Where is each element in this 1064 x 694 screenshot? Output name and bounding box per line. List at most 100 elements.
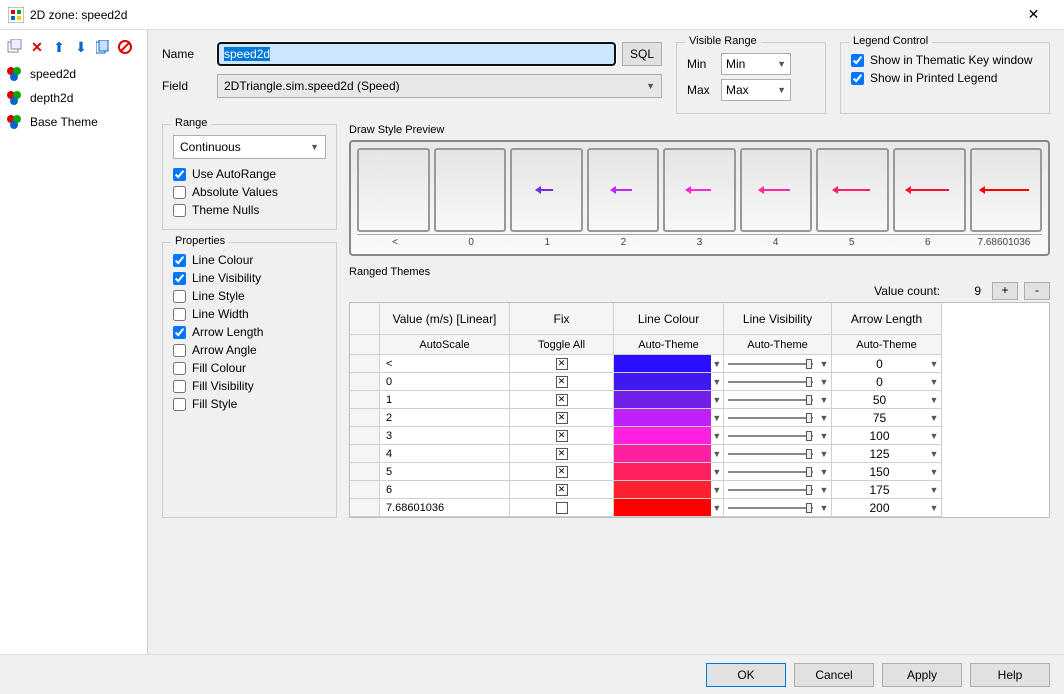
col-arrow[interactable]: Arrow Length: [832, 303, 942, 335]
col-visibility[interactable]: Line Visibility: [724, 303, 832, 335]
property-line-style[interactable]: Line Style: [173, 289, 326, 303]
col-value[interactable]: Value (m/s) [Linear]: [380, 303, 510, 335]
fix-cell[interactable]: ✕: [510, 355, 614, 373]
cancel-button[interactable]: Cancel: [794, 663, 874, 687]
property-fill-colour[interactable]: Fill Colour: [173, 361, 326, 375]
arrow-length-cell[interactable]: 175▼: [832, 481, 942, 499]
value-cell[interactable]: 3: [380, 427, 510, 445]
sub-vis-auto[interactable]: Auto-Theme: [724, 335, 832, 355]
row-header[interactable]: [350, 427, 380, 445]
colour-cell[interactable]: ▼: [614, 355, 724, 373]
colour-cell[interactable]: ▼: [614, 463, 724, 481]
sql-button[interactable]: SQL: [622, 42, 662, 66]
value-count-minus[interactable]: -: [1024, 282, 1050, 300]
property-fill-visibility[interactable]: Fill Visibility: [173, 379, 326, 393]
arrow-length-cell[interactable]: 0▼: [832, 373, 942, 391]
sub-colour-auto[interactable]: Auto-Theme: [614, 335, 724, 355]
fix-cell[interactable]: ✕: [510, 445, 614, 463]
arrow-length-cell[interactable]: 200▼: [832, 499, 942, 517]
value-cell[interactable]: 7.68601036: [380, 499, 510, 517]
close-button[interactable]: ✕: [1011, 6, 1056, 23]
arrow-length-cell[interactable]: 50▼: [832, 391, 942, 409]
sidebar-item-depth2d[interactable]: depth2d: [0, 86, 147, 110]
row-header[interactable]: [350, 373, 380, 391]
property-arrow-angle[interactable]: Arrow Angle: [173, 343, 326, 357]
fix-cell[interactable]: [510, 499, 614, 517]
help-button[interactable]: Help: [970, 663, 1050, 687]
property-line-width[interactable]: Line Width: [173, 307, 326, 321]
sub-toggle-all[interactable]: Toggle All: [510, 335, 614, 355]
colour-cell[interactable]: ▼: [614, 409, 724, 427]
forbid-icon[interactable]: [116, 38, 134, 56]
visibility-cell[interactable]: ▼: [724, 373, 832, 391]
visibility-cell[interactable]: ▼: [724, 463, 832, 481]
row-header[interactable]: [350, 409, 380, 427]
fix-cell[interactable]: ✕: [510, 409, 614, 427]
value-cell[interactable]: 0: [380, 373, 510, 391]
property-arrow-length[interactable]: Arrow Length: [173, 325, 326, 339]
row-header[interactable]: [350, 463, 380, 481]
range-mode-select[interactable]: Continuous▼: [173, 135, 326, 159]
arrow-length-cell[interactable]: 0▼: [832, 355, 942, 373]
fix-cell[interactable]: ✕: [510, 391, 614, 409]
arrow-length-cell[interactable]: 125▼: [832, 445, 942, 463]
apply-button[interactable]: Apply: [882, 663, 962, 687]
value-count-plus[interactable]: +: [992, 282, 1018, 300]
delete-icon[interactable]: ✕: [28, 38, 46, 56]
copy-icon[interactable]: [94, 38, 112, 56]
add-icon[interactable]: [6, 38, 24, 56]
colour-cell[interactable]: ▼: [614, 391, 724, 409]
visibility-cell[interactable]: ▼: [724, 391, 832, 409]
colour-cell[interactable]: ▼: [614, 499, 724, 517]
value-cell[interactable]: <: [380, 355, 510, 373]
value-cell[interactable]: 4: [380, 445, 510, 463]
visibility-cell[interactable]: ▼: [724, 355, 832, 373]
field-select[interactable]: 2DTriangle.sim.speed2d (Speed) ▼: [217, 74, 662, 98]
value-cell[interactable]: 1: [380, 391, 510, 409]
fix-cell[interactable]: ✕: [510, 463, 614, 481]
row-header[interactable]: [350, 499, 380, 517]
row-header[interactable]: [350, 391, 380, 409]
value-cell[interactable]: 2: [380, 409, 510, 427]
property-line-colour[interactable]: Line Colour: [173, 253, 326, 267]
col-fix[interactable]: Fix: [510, 303, 614, 335]
row-header[interactable]: [350, 481, 380, 499]
colour-cell[interactable]: ▼: [614, 373, 724, 391]
sidebar-item-speed2d[interactable]: speed2d: [0, 62, 147, 86]
sub-arrow-auto[interactable]: Auto-Theme: [832, 335, 942, 355]
sidebar-item-base-theme[interactable]: Base Theme: [0, 110, 147, 134]
fix-cell[interactable]: ✕: [510, 373, 614, 391]
theme-nulls-checkbox[interactable]: Theme Nulls: [173, 203, 326, 217]
row-header[interactable]: [350, 355, 380, 373]
row-header[interactable]: [350, 445, 380, 463]
value-cell[interactable]: 6: [380, 481, 510, 499]
name-input[interactable]: [217, 42, 616, 66]
fix-cell[interactable]: ✕: [510, 481, 614, 499]
fix-cell[interactable]: ✕: [510, 427, 614, 445]
colour-cell[interactable]: ▼: [614, 445, 724, 463]
colour-cell[interactable]: ▼: [614, 427, 724, 445]
property-fill-style[interactable]: Fill Style: [173, 397, 326, 411]
property-line-visibility[interactable]: Line Visibility: [173, 271, 326, 285]
min-select[interactable]: Min▼: [721, 53, 791, 75]
visibility-cell[interactable]: ▼: [724, 445, 832, 463]
visibility-cell[interactable]: ▼: [724, 481, 832, 499]
colour-cell[interactable]: ▼: [614, 481, 724, 499]
arrow-length-cell[interactable]: 100▼: [832, 427, 942, 445]
value-cell[interactable]: 5: [380, 463, 510, 481]
use-autorange-checkbox[interactable]: Use AutoRange: [173, 167, 326, 181]
visibility-cell[interactable]: ▼: [724, 409, 832, 427]
col-colour[interactable]: Line Colour: [614, 303, 724, 335]
up-icon[interactable]: ⬆: [50, 38, 68, 56]
ok-button[interactable]: OK: [706, 663, 786, 687]
visibility-cell[interactable]: ▼: [724, 499, 832, 517]
max-select[interactable]: Max▼: [721, 79, 791, 101]
visibility-cell[interactable]: ▼: [724, 427, 832, 445]
arrow-length-cell[interactable]: 150▼: [832, 463, 942, 481]
sub-autoscale[interactable]: AutoScale: [380, 335, 510, 355]
down-icon[interactable]: ⬇: [72, 38, 90, 56]
show-thematic-key-checkbox[interactable]: Show in Thematic Key window: [851, 53, 1039, 67]
arrow-length-cell[interactable]: 75▼: [832, 409, 942, 427]
absolute-values-checkbox[interactable]: Absolute Values: [173, 185, 326, 199]
show-printed-legend-checkbox[interactable]: Show in Printed Legend: [851, 71, 1039, 85]
